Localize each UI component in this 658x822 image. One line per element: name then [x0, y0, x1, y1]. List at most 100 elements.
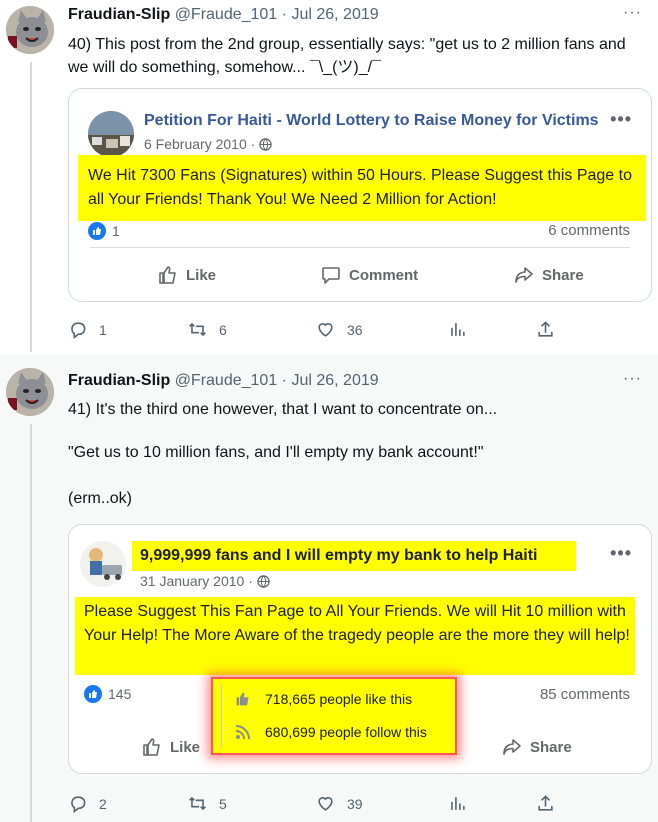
page-cartoon-icon	[80, 541, 126, 587]
thread-line	[30, 62, 32, 352]
embedded-image-card[interactable]: Petition For Haiti - World Lottery to Ra…	[68, 88, 652, 302]
tweet-actions: 1 6 36	[68, 320, 568, 344]
fb-comment-label: Comment	[349, 266, 419, 284]
separator-dot: ·	[281, 6, 287, 23]
reply-button[interactable]: 1	[68, 320, 107, 339]
like-count: 36	[347, 321, 363, 338]
like-count: 39	[347, 795, 363, 812]
reply-count: 1	[99, 321, 107, 338]
fb-comments-count: 85 comments	[539, 686, 630, 703]
analytics-icon	[451, 797, 465, 810]
globe-icon	[257, 574, 270, 588]
tweet-header: Fraudian-Slip @Fraude_101 · Jul 26, 2019	[68, 6, 379, 24]
embedded-image-card[interactable]: 9,999,999 fans and I will empty my bank …	[68, 524, 652, 774]
author-avatar[interactable]	[6, 6, 54, 54]
tweet-text-line-3: (erm..ok)	[68, 490, 132, 507]
reply-icon	[71, 322, 86, 339]
follows-stat-text: 680,699 people follow this	[265, 724, 427, 740]
tweet-41[interactable]: Fraudian-Slip @Fraude_101 · Jul 26, 2019…	[0, 354, 658, 822]
author-name[interactable]: Fraudian-Slip	[68, 6, 170, 23]
thumbs-up-icon	[143, 738, 160, 756]
page-stats-callout: 718,665 people like this 680,699 people …	[211, 677, 457, 755]
share-icon	[538, 321, 553, 337]
comment-icon	[322, 267, 340, 284]
fb-reaction-count: 145	[84, 685, 131, 703]
retweet-icon	[189, 796, 206, 811]
fb-share-label: Share	[542, 266, 584, 284]
fb-post-body: Please Suggest This Fan Page to All Your…	[84, 603, 630, 644]
reaction-number: 1	[112, 223, 120, 239]
page-photo-icon	[88, 111, 134, 157]
more-options-button[interactable]: ···	[623, 370, 642, 388]
fb-post-date: 31 January 2010 ·	[140, 573, 270, 589]
reply-icon	[71, 796, 86, 813]
tweet-40[interactable]: Fraudian-Slip @Fraude_101 · Jul 26, 2019…	[0, 0, 658, 352]
like-button[interactable]: 36	[316, 320, 363, 339]
retweet-count: 6	[219, 321, 227, 338]
fb-divider	[90, 247, 630, 248]
reaction-number: 145	[108, 686, 132, 702]
follows-stat: 680,699 people follow this	[235, 724, 427, 740]
like-button[interactable]: 39	[316, 794, 363, 813]
page-avatar	[80, 541, 126, 587]
rss-icon	[235, 725, 250, 740]
tweet-header: Fraudian-Slip @Fraude_101 · Jul 26, 2019	[68, 372, 379, 390]
fb-post-date: 6 February 2010 ·	[144, 136, 273, 152]
share-arrow-icon	[503, 739, 521, 755]
author-name[interactable]: Fraudian-Slip	[68, 372, 170, 389]
separator-dot: ·	[281, 372, 287, 389]
fb-reaction-count: 1	[88, 222, 120, 240]
fb-like-action: Like	[142, 737, 200, 757]
analytics-button[interactable]	[448, 320, 467, 339]
thumbs-up-icon	[88, 222, 106, 240]
author-avatar[interactable]	[6, 368, 54, 416]
fb-post-body: We Hit 7300 Fans (Signatures) within 50 …	[88, 167, 632, 208]
analytics-button[interactable]	[448, 794, 467, 813]
fb-more-icon: •••	[610, 109, 632, 129]
fb-page-title: 9,999,999 fans and I will empty my bank …	[140, 547, 538, 564]
globe-icon	[259, 137, 273, 151]
author-handle[interactable]: @Fraude_101	[175, 372, 278, 389]
cat-avatar-icon	[6, 6, 54, 54]
page-avatar	[88, 111, 134, 157]
more-options-button[interactable]: ···	[623, 4, 642, 22]
retweet-button[interactable]: 6	[188, 320, 227, 339]
share-arrow-icon	[515, 267, 533, 283]
fb-post-date-text: 31 January 2010 ·	[140, 573, 253, 589]
likes-stat: 718,665 people like this	[235, 691, 412, 707]
tweet-text-line-2: "Get us to 10 million fans, and I'll emp…	[68, 444, 484, 461]
tweet-actions: 2 5 39	[68, 794, 568, 818]
thumbs-up-icon	[84, 685, 102, 703]
fb-post-date-text: 6 February 2010 ·	[144, 136, 256, 152]
tweet-text: 40) This post from the 2nd group, essent…	[68, 36, 626, 76]
fb-like-label: Like	[170, 738, 201, 756]
tweet-date[interactable]: Jul 26, 2019	[291, 6, 378, 23]
heart-icon	[318, 323, 333, 337]
tweet-date[interactable]: Jul 26, 2019	[291, 372, 378, 389]
fb-share-action: Share	[514, 265, 584, 285]
fb-comments-count: 6 comments	[548, 222, 630, 239]
thumbs-up-icon	[236, 692, 249, 706]
retweet-icon	[189, 322, 206, 337]
stats-separator	[221, 685, 222, 747]
reply-button[interactable]: 2	[68, 794, 107, 813]
fb-share-action: Share	[502, 737, 572, 757]
fb-page-title: Petition For Haiti - World Lottery to Ra…	[144, 112, 599, 129]
fb-comment-action: Comment	[321, 265, 418, 285]
heart-icon	[318, 797, 333, 811]
thumbs-up-icon	[159, 266, 176, 284]
fb-like-action: Like	[158, 265, 216, 285]
fb-more-icon: •••	[610, 543, 632, 563]
fb-share-label: Share	[530, 738, 572, 756]
reply-count: 2	[99, 795, 107, 812]
retweet-button[interactable]: 5	[188, 794, 227, 813]
likes-stat-text: 718,665 people like this	[265, 691, 413, 707]
author-handle[interactable]: @Fraude_101	[175, 6, 278, 23]
share-button[interactable]	[536, 320, 555, 339]
share-icon	[538, 795, 553, 811]
fb-post-screenshot: Petition For Haiti - World Lottery to Ra…	[78, 95, 646, 295]
fb-like-label: Like	[186, 266, 217, 284]
tweet-text-line-1: 41) It's the third one however, that I w…	[68, 401, 498, 418]
share-button[interactable]	[536, 794, 555, 813]
retweet-count: 5	[219, 795, 227, 812]
